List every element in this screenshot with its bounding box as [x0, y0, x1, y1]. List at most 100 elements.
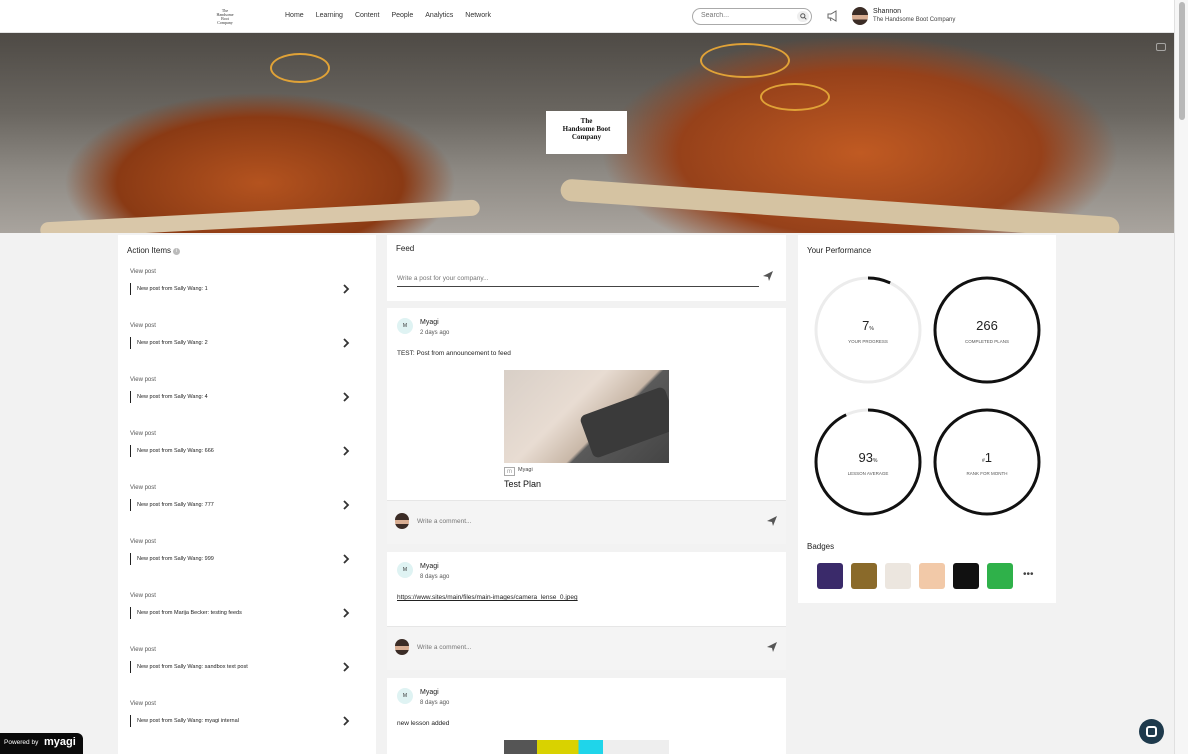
- nav-learning[interactable]: Learning: [316, 12, 343, 19]
- action-item[interactable]: View post New post from Sally Wang: 777: [130, 485, 362, 525]
- chevron-right-icon[interactable]: [342, 446, 350, 456]
- action-items-title-text: Action Items: [127, 246, 172, 255]
- view-post-link[interactable]: View post: [130, 485, 156, 491]
- stat-value: 93%: [858, 450, 878, 465]
- view-post-link[interactable]: View post: [130, 269, 156, 275]
- chevron-right-icon[interactable]: [342, 716, 350, 726]
- post-body: https://www.sites/main/files/main-images…: [397, 594, 578, 601]
- megaphone-icon[interactable]: [827, 10, 839, 22]
- search-button[interactable]: [797, 11, 809, 22]
- user-avatar[interactable]: [852, 7, 868, 25]
- action-item[interactable]: View post New post from Sally Wang: sandb…: [130, 647, 362, 687]
- stat-label: COMPLETED PLANS: [964, 339, 1009, 344]
- action-item-text: New post from Sally Wang: 4: [130, 391, 208, 403]
- logo-text: The Handsome Boot Company: [216, 8, 234, 25]
- action-item-text: New post from Sally Wang: 777: [130, 499, 214, 511]
- badge-image[interactable]: [851, 563, 877, 589]
- action-item[interactable]: View post New post from Sally Wang: 1: [130, 269, 362, 309]
- hero-image-boot-right: [559, 178, 1121, 233]
- powered-by-text: Powered by: [4, 739, 39, 746]
- plan-source-text: Myagi: [518, 467, 533, 473]
- search-icon: [799, 13, 807, 20]
- comment-bar: [387, 500, 786, 544]
- search-input[interactable]: [701, 12, 791, 19]
- nav-people[interactable]: People: [391, 12, 413, 19]
- badges-title: Badges: [807, 542, 835, 551]
- feed-post: M Myagi 2 days ago TEST: Post from annou…: [387, 308, 786, 500]
- send-icon[interactable]: [762, 270, 774, 282]
- chevron-right-icon[interactable]: [342, 662, 350, 672]
- powered-by-badge[interactable]: Powered by myagi: [0, 733, 83, 754]
- comment-input[interactable]: [417, 641, 757, 653]
- post-time: 8 days ago: [420, 574, 450, 580]
- chevron-right-icon[interactable]: [342, 392, 350, 402]
- post-author[interactable]: Myagi: [420, 319, 439, 326]
- nav-network[interactable]: Network: [465, 12, 491, 19]
- chevron-right-icon[interactable]: [342, 284, 350, 294]
- view-post-link[interactable]: View post: [130, 701, 156, 707]
- action-item[interactable]: View post New post from Sally Wang: 666: [130, 431, 362, 471]
- post-author[interactable]: Myagi: [420, 689, 439, 696]
- post-avatar[interactable]: M: [397, 688, 413, 704]
- action-item[interactable]: View post New post from Sally Wang: 4: [130, 377, 362, 417]
- stat-value: #1: [981, 450, 992, 465]
- user-name[interactable]: Shannon: [873, 8, 901, 15]
- badge-image[interactable]: [919, 563, 945, 589]
- camera-icon[interactable]: [1156, 43, 1166, 51]
- plan-thumbnail[interactable]: [504, 370, 669, 463]
- send-icon[interactable]: [766, 641, 778, 653]
- plan-source: m Myagi: [504, 467, 533, 476]
- post-avatar[interactable]: M: [397, 318, 413, 334]
- chevron-right-icon[interactable]: [342, 500, 350, 510]
- action-item-text: New post from Sally Wang: 999: [130, 553, 214, 565]
- view-post-link[interactable]: View post: [130, 593, 156, 599]
- commenter-avatar: [395, 513, 409, 529]
- nav-home[interactable]: Home: [285, 12, 304, 19]
- post-avatar[interactable]: M: [397, 562, 413, 578]
- commenter-avatar: [395, 639, 409, 655]
- nav-analytics[interactable]: Analytics: [425, 12, 453, 19]
- post-body: TEST: Post from announcement to feed: [397, 350, 511, 357]
- lesson-thumbnail[interactable]: [504, 740, 669, 754]
- plan-title[interactable]: Test Plan: [504, 479, 541, 489]
- hero-company-logo: The Handsome Boot Company: [546, 111, 627, 154]
- chevron-right-icon[interactable]: [342, 338, 350, 348]
- action-items-title: Action Items i: [127, 246, 181, 255]
- performance-panel: Your Performance 7% YOUR PROGRESS 266 COMPL…: [798, 235, 1056, 603]
- info-icon[interactable]: i: [173, 248, 181, 255]
- view-post-link[interactable]: View post: [130, 431, 156, 437]
- view-post-link[interactable]: View post: [130, 647, 156, 653]
- view-post-link[interactable]: View post: [130, 323, 156, 329]
- send-icon[interactable]: [766, 515, 778, 527]
- chevron-right-icon[interactable]: [342, 608, 350, 618]
- chat-launcher-button[interactable]: [1139, 719, 1164, 744]
- chevron-right-icon[interactable]: [342, 554, 350, 564]
- stat-label: RANK FOR MONTH: [966, 471, 1008, 476]
- nav-content[interactable]: Content: [355, 12, 380, 19]
- action-item[interactable]: View post New post from Sally Wang: 999: [130, 539, 362, 579]
- post-link[interactable]: https://www.sites/main/files/main-images…: [397, 594, 578, 601]
- action-item-text: New post from Sally Wang: 2: [130, 337, 208, 349]
- badge-image[interactable]: [953, 563, 979, 589]
- action-item[interactable]: View post New post from Sally Wang: myagi…: [130, 701, 362, 741]
- view-post-link[interactable]: View post: [130, 377, 156, 383]
- badge-image[interactable]: [885, 563, 911, 589]
- scrollbar-thumb[interactable]: [1179, 2, 1185, 120]
- more-badges-button[interactable]: •••: [1023, 569, 1034, 580]
- company-logo[interactable]: The Handsome Boot Company: [213, 8, 237, 25]
- post-body: new lesson added: [397, 720, 450, 727]
- action-item[interactable]: View post New post from Sally Wang: 2: [130, 323, 362, 363]
- brand-name: myagi: [44, 736, 76, 748]
- page-scrollbar[interactable]: [1174, 0, 1188, 754]
- action-item[interactable]: View post New post from Marija Becker: te…: [130, 593, 362, 633]
- hero-image-boot-left: [39, 199, 481, 233]
- hero-lace: [270, 53, 330, 83]
- badge-image[interactable]: [817, 563, 843, 589]
- view-post-link[interactable]: View post: [130, 539, 156, 545]
- comment-input[interactable]: [417, 515, 757, 527]
- badge-image[interactable]: [987, 563, 1013, 589]
- feed-title: Feed: [396, 244, 415, 253]
- post-input[interactable]: [397, 271, 759, 287]
- feed-composer: Feed: [387, 235, 786, 301]
- post-author[interactable]: Myagi: [420, 563, 439, 570]
